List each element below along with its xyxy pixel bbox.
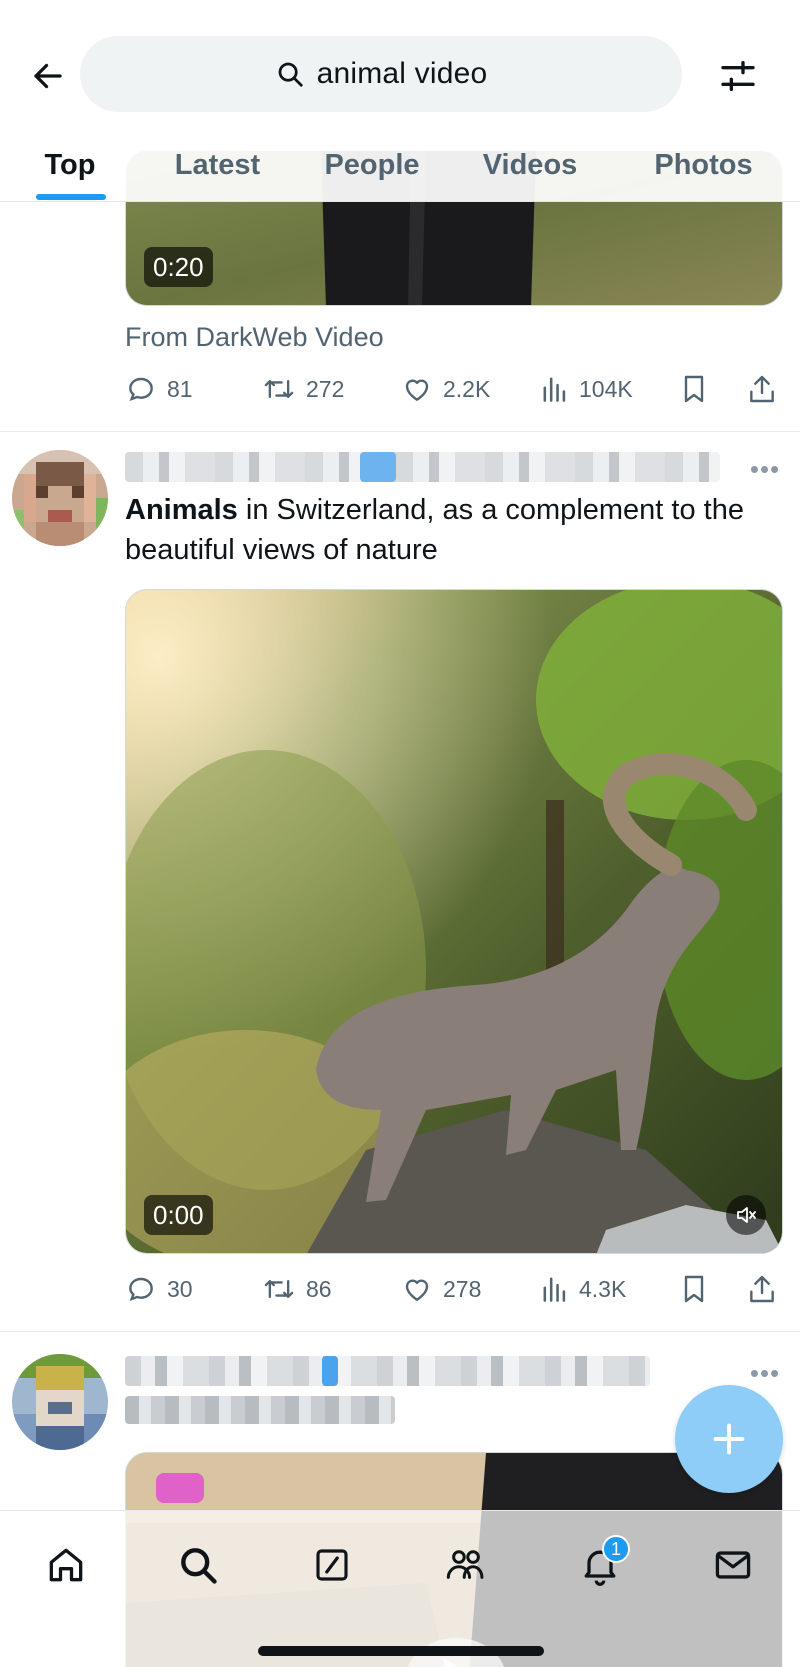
bookmark-button[interactable] (679, 367, 709, 411)
views-count: 4.3K (579, 1275, 627, 1302)
more-options-button[interactable]: ••• (748, 454, 782, 484)
back-button[interactable] (24, 52, 72, 100)
retweet-icon (264, 379, 294, 399)
nav-home[interactable] (36, 1535, 96, 1595)
verified-badge-redacted (360, 452, 396, 482)
reply-button[interactable]: 81 (125, 367, 193, 411)
like-button[interactable]: 2.2K (401, 367, 490, 411)
views-count: 104K (579, 375, 633, 402)
tweet-video[interactable]: 0:00 (125, 589, 783, 1254)
tweet-actions: 81 272 2.2K 104K (125, 367, 780, 411)
tweet-text-highlight: Animals (125, 494, 238, 526)
home-indicator (258, 1646, 544, 1656)
search-header: animal video Top Latest People Videos Ph… (0, 0, 800, 202)
share-icon (750, 375, 774, 403)
back-arrow-icon (34, 63, 62, 89)
nav-search[interactable] (168, 1535, 228, 1595)
retweet-icon (264, 1279, 294, 1299)
search-icon (278, 62, 303, 87)
communities-icon (446, 1550, 484, 1579)
tweet-divider (0, 431, 800, 432)
muted-speaker-icon (737, 1207, 756, 1223)
views-button[interactable]: 4.3K (541, 1267, 626, 1311)
avatar[interactable] (12, 1354, 108, 1450)
retweet-button[interactable]: 272 (262, 367, 344, 411)
video-frame (126, 590, 782, 1253)
tweet-text-redacted (125, 1396, 395, 1424)
views-icon (543, 1277, 566, 1302)
search-query: animal video (316, 57, 488, 90)
notifications-badge: 1 (602, 1535, 630, 1563)
retweet-count: 86 (306, 1275, 332, 1302)
search-filter-button[interactable] (712, 50, 764, 102)
retweet-button[interactable]: 86 (262, 1267, 332, 1311)
video-duration: 0:20 (144, 247, 213, 287)
reply-count: 81 (167, 375, 193, 402)
reply-icon (129, 377, 153, 402)
compose-post-button[interactable] (675, 1385, 783, 1493)
bottom-navigation: 1 (0, 1510, 800, 1667)
bookmark-icon (684, 375, 704, 403)
bookmark-button[interactable] (679, 1267, 709, 1311)
search-icon (181, 1548, 217, 1584)
tweet-divider (0, 1331, 800, 1332)
avatar-image (12, 1354, 108, 1450)
plus-icon (713, 1423, 745, 1455)
verified-badge-redacted (322, 1356, 338, 1386)
like-button[interactable]: 278 (401, 1267, 481, 1311)
views-icon (543, 377, 566, 402)
like-count: 278 (443, 1275, 482, 1302)
tab-latest[interactable]: Latest (155, 128, 280, 202)
tab-people[interactable]: People (307, 128, 437, 202)
nav-communities[interactable] (436, 1535, 496, 1595)
author-name-redacted[interactable] (125, 452, 720, 482)
reply-icon (129, 1277, 153, 1302)
reply-button[interactable]: 30 (125, 1267, 193, 1311)
messages-icon (715, 1551, 751, 1579)
tab-top[interactable]: Top (10, 128, 130, 202)
active-tab-indicator (36, 194, 106, 200)
nav-messages[interactable] (703, 1535, 763, 1595)
video-duration: 0:00 (144, 1195, 213, 1235)
tab-photos[interactable]: Photos (636, 128, 771, 202)
tab-videos[interactable]: Videos (465, 128, 595, 202)
home-icon (49, 1548, 83, 1582)
nav-notifications[interactable]: 1 (570, 1535, 630, 1595)
search-tabs: Top Latest People Videos Photos (0, 128, 800, 202)
nav-grok[interactable] (302, 1535, 362, 1595)
tweet-actions: 30 86 278 4.3K (125, 1267, 780, 1311)
like-icon (405, 1279, 429, 1301)
like-icon (405, 379, 429, 401)
share-button[interactable] (747, 1267, 777, 1311)
author-name-redacted[interactable] (125, 1356, 650, 1386)
mute-button[interactable] (726, 1195, 766, 1235)
more-options-button[interactable]: ••• (748, 1358, 782, 1388)
bookmark-icon (684, 1275, 704, 1303)
search-input[interactable]: animal video (80, 36, 682, 112)
grok-icon (316, 1549, 348, 1581)
retweet-count: 272 (306, 375, 345, 402)
like-count: 2.2K (443, 375, 491, 402)
views-button[interactable]: 104K (541, 367, 633, 411)
reply-count: 30 (167, 1275, 193, 1302)
tweet-text: Animals in Switzerland, as a complement … (125, 490, 765, 570)
avatar-image (12, 450, 108, 546)
tweet-source-label: From DarkWeb Video (125, 322, 384, 352)
share-icon (750, 1275, 774, 1303)
avatar[interactable] (12, 450, 108, 546)
filter-sliders-icon (721, 61, 755, 92)
share-button[interactable] (747, 367, 777, 411)
